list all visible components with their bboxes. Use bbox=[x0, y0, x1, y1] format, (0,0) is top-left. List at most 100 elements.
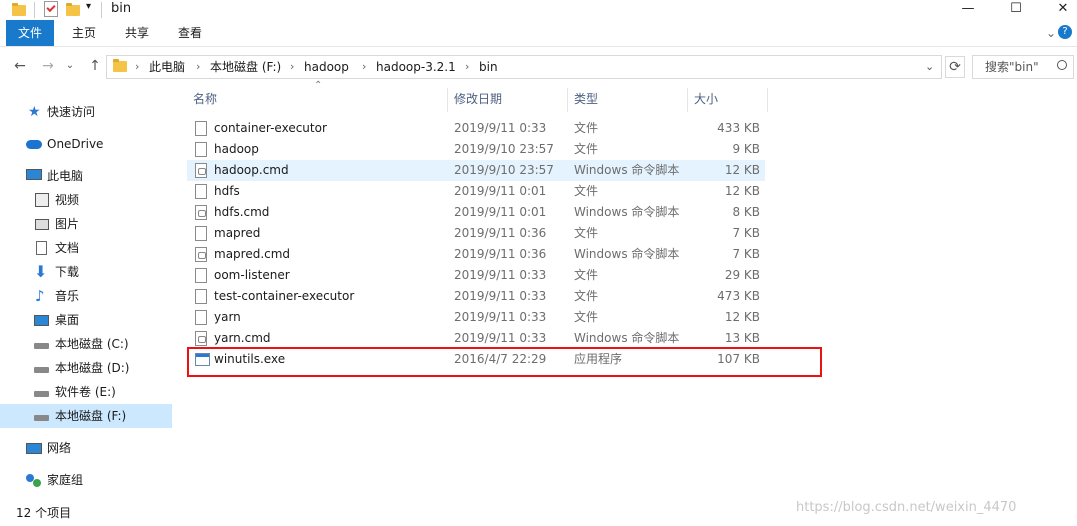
recent-locations-button[interactable]: ⌄ bbox=[60, 56, 80, 76]
explorer-window: ▾ bin — ☐ ✕ 文件 主页 共享 查看 ⌄ ? ← → ⌄ ↑ › 此电… bbox=[0, 0, 1077, 526]
breadcrumb-hadoop-version[interactable]: hadoop-3.2.1 bbox=[376, 56, 456, 78]
file-name: test-container-executor bbox=[214, 289, 355, 303]
tab-file[interactable]: 文件 bbox=[6, 20, 54, 46]
search-icon bbox=[1057, 60, 1067, 70]
sidebar-item-pictures[interactable]: 图片 bbox=[0, 212, 172, 236]
script-file-icon bbox=[195, 247, 207, 262]
table-row[interactable]: oom-listener 2019/9/11 0:33 文件 29 KB bbox=[187, 265, 765, 286]
file-date: 2019/9/11 0:33 bbox=[454, 268, 547, 282]
ribbon: 文件 主页 共享 查看 ⌄ ? bbox=[0, 20, 1077, 47]
column-type[interactable]: 类型 bbox=[574, 86, 684, 112]
table-row[interactable]: hdfs 2019/9/11 0:01 文件 12 KB bbox=[187, 181, 765, 202]
breadcrumb-drive-f[interactable]: 本地磁盘 (F:) bbox=[210, 56, 281, 78]
sidebar-item-downloads[interactable]: ⬇ 下载 bbox=[0, 260, 172, 284]
back-button[interactable]: ← bbox=[10, 56, 30, 76]
file-type: 文件 bbox=[574, 142, 599, 156]
quick-access-dropdown-icon[interactable]: ▾ bbox=[86, 1, 91, 17]
drive-icon bbox=[34, 343, 49, 349]
close-button[interactable]: ✕ bbox=[1040, 0, 1077, 20]
file-size: 433 KB bbox=[717, 121, 760, 135]
address-dropdown-icon[interactable]: ⌄ bbox=[925, 56, 934, 78]
file-name: hdfs bbox=[214, 184, 240, 198]
file-size: 9 KB bbox=[732, 142, 760, 156]
file-size: 13 KB bbox=[724, 331, 760, 345]
forward-button[interactable]: → bbox=[38, 56, 58, 76]
table-row[interactable]: hadoop.cmd 2019/9/10 23:57 Windows 命令脚本 12 … bbox=[187, 160, 765, 181]
column-name[interactable]: 名称 bbox=[193, 86, 443, 112]
breadcrumb-hadoop[interactable]: hadoop bbox=[304, 56, 349, 78]
file-size: 12 KB bbox=[724, 310, 760, 324]
file-name: yarn bbox=[214, 310, 241, 324]
column-date[interactable]: 修改日期 bbox=[454, 86, 564, 112]
file-size: 7 KB bbox=[732, 247, 760, 261]
search-input[interactable]: 搜索"bin" bbox=[972, 55, 1074, 79]
column-size[interactable]: 大小 bbox=[694, 86, 764, 112]
music-icon: ♪ bbox=[35, 287, 45, 305]
file-name: mapred bbox=[214, 226, 261, 240]
file-name: oom-listener bbox=[214, 268, 290, 282]
address-bar[interactable]: › 此电脑 › 本地磁盘 (F:) › hadoop › hadoop-3.2.… bbox=[106, 55, 942, 79]
file-name: mapred.cmd bbox=[214, 247, 291, 261]
up-button[interactable]: ↑ bbox=[85, 56, 105, 76]
sidebar-item-this-pc[interactable]: 此电脑 bbox=[0, 164, 172, 188]
file-date: 2019/9/11 0:33 bbox=[454, 310, 547, 324]
scrollbar[interactable] bbox=[1069, 30, 1077, 500]
sidebar-item-documents[interactable]: 文档 bbox=[0, 236, 172, 260]
highlight-box bbox=[187, 347, 822, 377]
file-type: 文件 bbox=[574, 121, 599, 135]
refresh-button[interactable]: ⟳ bbox=[945, 56, 965, 78]
table-row[interactable]: test-container-executor 2019/9/11 0:33 文件 4… bbox=[187, 286, 765, 307]
sidebar-item-quick-access[interactable]: ★ 快速访问 bbox=[0, 100, 172, 124]
file-date: 2019/9/11 0:36 bbox=[454, 247, 547, 261]
file-name: hadoop.cmd bbox=[214, 163, 289, 177]
file-date: 2019/9/10 23:57 bbox=[454, 142, 554, 156]
tab-share[interactable]: 共享 bbox=[113, 20, 161, 46]
table-row[interactable]: hdfs.cmd 2019/9/11 0:01 Windows 命令脚本 8 KB bbox=[187, 202, 765, 223]
maximize-button[interactable]: ☐ bbox=[993, 0, 1039, 20]
sidebar-item-drive-e[interactable]: 软件卷 (E:) bbox=[0, 380, 172, 404]
drive-icon bbox=[34, 391, 49, 397]
file-type: Windows 命令脚本 bbox=[574, 331, 680, 345]
table-row[interactable]: hadoop 2019/9/10 23:57 文件 9 KB bbox=[187, 139, 765, 160]
table-row[interactable]: yarn 2019/9/11 0:33 文件 12 KB bbox=[187, 307, 765, 328]
column-header: ⌃ 名称 修改日期 类型 大小 bbox=[187, 80, 768, 112]
star-icon: ★ bbox=[28, 104, 41, 120]
table-row[interactable]: container-executor 2019/9/11 0:33 文件 433 KB bbox=[187, 118, 765, 139]
sidebar-item-drive-d[interactable]: 本地磁盘 (D:) bbox=[0, 356, 172, 380]
file-type: 文件 bbox=[574, 226, 599, 240]
sidebar-item-homegroup[interactable]: 家庭组 bbox=[0, 468, 172, 492]
file-type: 文件 bbox=[574, 310, 599, 324]
minimize-button[interactable]: — bbox=[945, 0, 991, 20]
navigation-pane: ★ 快速访问 OneDrive 此电脑 视频 图片 文档 ⬇ 下载 ♪ 音乐 桌… bbox=[0, 90, 172, 500]
file-icon bbox=[195, 289, 207, 304]
sidebar-item-music[interactable]: ♪ 音乐 bbox=[0, 284, 172, 308]
file-size: 473 KB bbox=[717, 289, 760, 303]
file-icon bbox=[195, 142, 207, 157]
breadcrumb-bin[interactable]: bin bbox=[479, 56, 498, 78]
sidebar-item-drive-f[interactable]: 本地磁盘 (F:) bbox=[0, 404, 172, 428]
script-file-icon bbox=[195, 205, 207, 220]
table-row[interactable]: yarn.cmd 2019/9/11 0:33 Windows 命令脚本 13 KB bbox=[187, 328, 765, 349]
file-type: Windows 命令脚本 bbox=[574, 247, 680, 261]
file-type: 文件 bbox=[574, 289, 599, 303]
breadcrumb-this-pc[interactable]: 此电脑 bbox=[149, 56, 185, 78]
file-name: yarn.cmd bbox=[214, 331, 271, 345]
sidebar-item-network[interactable]: 网络 bbox=[0, 436, 172, 460]
tab-view[interactable]: 查看 bbox=[166, 20, 214, 46]
title-bar: ▾ bin — ☐ ✕ bbox=[0, 0, 1077, 20]
table-row[interactable]: mapred 2019/9/11 0:36 文件 7 KB bbox=[187, 223, 765, 244]
sidebar-item-desktop[interactable]: 桌面 bbox=[0, 308, 172, 332]
tab-home[interactable]: 主页 bbox=[60, 20, 108, 46]
sidebar-item-onedrive[interactable]: OneDrive bbox=[0, 132, 172, 156]
file-size: 12 KB bbox=[724, 184, 760, 198]
file-date: 2019/9/11 0:01 bbox=[454, 184, 547, 198]
sidebar-item-drive-c[interactable]: 本地磁盘 (C:) bbox=[0, 332, 172, 356]
properties-icon[interactable] bbox=[44, 1, 58, 17]
document-icon bbox=[36, 241, 47, 255]
table-row[interactable]: mapred.cmd 2019/9/11 0:36 Windows 命令脚本 7 KB bbox=[187, 244, 765, 265]
sidebar-item-videos[interactable]: 视频 bbox=[0, 188, 172, 212]
window-title: bin bbox=[111, 1, 132, 16]
file-type: 文件 bbox=[574, 184, 599, 198]
desktop-icon bbox=[34, 315, 49, 326]
computer-icon bbox=[26, 169, 42, 180]
